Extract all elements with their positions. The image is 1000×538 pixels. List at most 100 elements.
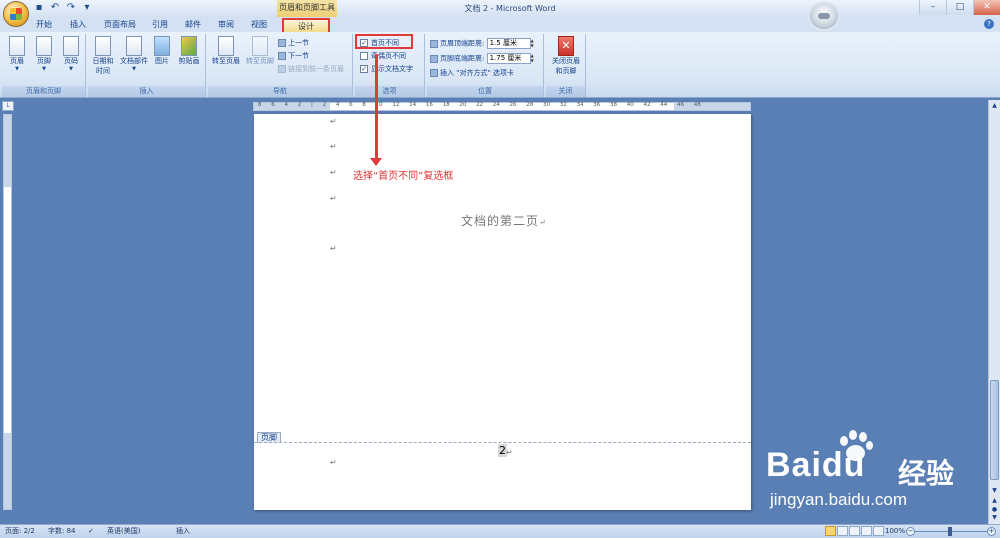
status-language[interactable]: 英语(美国) (107, 526, 140, 537)
header-top-distance: 页眉顶端距离: 1.5 厘米 ▲ ▼ (430, 38, 538, 49)
tab-review[interactable]: 审阅 (214, 18, 238, 32)
title-bar: ▪ ↶ ↷ ▾ 页眉和页脚工具 文档 2 - Microsoft Word – … (0, 0, 1000, 17)
tab-selector[interactable]: L (2, 101, 14, 111)
goto-header-button[interactable]: 转至页眉 (210, 36, 242, 66)
paragraph-mark: ↵ (330, 117, 337, 126)
checkbox-empty-icon (360, 52, 368, 60)
status-page[interactable]: 页面: 2/2 (5, 526, 35, 537)
maximize-button[interactable]: □ (946, 0, 973, 15)
tab-insert[interactable]: 插入 (66, 18, 90, 32)
ruler-bottom-margin (4, 433, 11, 509)
footer-distance-icon (430, 54, 438, 63)
next-section-button[interactable]: 下一节 (278, 51, 309, 62)
tab-references[interactable]: 引用 (148, 18, 172, 32)
next-section-icon (278, 52, 286, 60)
tab-view[interactable]: 视图 (247, 18, 271, 32)
zoom-slider-thumb[interactable] (948, 527, 952, 536)
group-navigation: 转至页眉 转至页脚 上一节 下一节 链接到前一条页眉 导航 (208, 34, 353, 97)
paragraph-mark: ↵ (330, 244, 337, 253)
minimize-button[interactable]: – (919, 0, 946, 15)
date-time-button[interactable]: 日期和 时间 (90, 36, 116, 76)
page-number-button[interactable]: 页码 ▼ (58, 36, 84, 72)
status-bar: 页面: 2/2 字数: 84 ✓ 英语(美国) 插入 100% − + (0, 524, 1000, 538)
paragraph-mark: ↵ (330, 142, 337, 151)
zoom-level[interactable]: 100% (885, 526, 905, 537)
document-page[interactable]: ↵ ↵ ↵ ↵ ↵ 文档的第二页↵ 选择“首页不同”复选框 页脚 2 ↵ ↵ (254, 54, 751, 510)
full-screen-view-icon[interactable] (837, 526, 848, 536)
draft-view-icon[interactable] (873, 526, 884, 536)
footer-bottom-input[interactable]: 1.75 厘米 (486, 53, 531, 64)
group-label: 关闭 (546, 86, 585, 97)
web-layout-view-icon[interactable] (849, 526, 860, 536)
page-number-icon (63, 36, 79, 56)
paragraph-mark: ↵ (539, 218, 547, 227)
view-buttons (825, 526, 884, 536)
tab-design[interactable]: 设计 (282, 18, 330, 32)
clip-art-button[interactable]: 剪贴画 (176, 36, 202, 66)
chevron-down-icon: ▼ (69, 66, 73, 72)
outline-view-icon[interactable] (861, 526, 872, 536)
picture-icon (154, 36, 170, 56)
paragraph-mark: ↵ (506, 448, 513, 457)
paragraph-mark: ↵ (330, 168, 337, 177)
previous-section-icon (278, 39, 286, 47)
ribbon: 页眉 ▼ 页脚 ▼ 页码 ▼ 页眉和页脚 日期和 时间 文档部件 ▼ 图片 剪贴… (0, 32, 1000, 98)
status-insert-mode[interactable]: 插入 (176, 526, 190, 537)
watermark-brand: Baidu (766, 446, 866, 484)
ruler-ticks: 8 6 4 2 | 2 4 6 8 10 12 14 16 18 20 22 2… (258, 102, 701, 108)
group-label: 导航 (208, 86, 352, 97)
quick-parts-button[interactable]: 文档部件 ▼ (118, 36, 150, 72)
previous-section-button[interactable]: 上一节 (278, 38, 309, 49)
watermark-url: jingyan.baidu.com (770, 490, 908, 509)
picture-button[interactable]: 图片 (150, 36, 174, 66)
help-icon[interactable]: ? (984, 19, 994, 29)
callout-arrow-head (370, 158, 382, 166)
tab-page-layout[interactable]: 页面布局 (100, 18, 140, 32)
next-page-icon[interactable]: ▼ (990, 513, 999, 522)
proofing-icon[interactable]: ✓ (88, 526, 94, 537)
vertical-ruler[interactable] (3, 114, 12, 510)
window-title: 文档 2 - Microsoft Word (464, 4, 556, 13)
office-logo-icon (10, 8, 22, 20)
spinner-icon[interactable]: ▲ ▼ (531, 53, 538, 64)
close-header-footer-button[interactable]: ✕ 关闭页眉 和页脚 (549, 36, 583, 76)
scrollbar-thumb[interactable] (990, 380, 999, 480)
group-insert: 日期和 时间 文档部件 ▼ 图片 剪贴画 插入 (88, 34, 206, 97)
scroll-down-icon[interactable]: ▼ (990, 486, 999, 495)
page-body-text[interactable]: 文档的第二页↵ (461, 212, 547, 229)
tab-mailings[interactable]: 邮件 (181, 18, 205, 32)
horizontal-ruler[interactable]: 8 6 4 2 | 2 4 6 8 10 12 14 16 18 20 22 2… (253, 102, 751, 111)
header-button[interactable]: 页眉 ▼ (4, 36, 30, 72)
footer-button[interactable]: 页脚 ▼ (31, 36, 57, 72)
previous-page-icon[interactable]: ▲ (990, 496, 999, 505)
footer-bottom-distance: 页脚底端距离: 1.75 厘米 ▲ ▼ (430, 53, 538, 64)
header-icon (9, 36, 25, 56)
header-top-input[interactable]: 1.5 厘米 (486, 38, 531, 49)
chevron-down-icon: ▼ (15, 66, 19, 72)
callout-text: 选择“首页不同”复选框 (353, 171, 454, 182)
ribbon-tabs: 开始 插入 页面布局 引用 邮件 审阅 视图 设计 ? (0, 17, 1000, 32)
spinner-icon[interactable]: ▲ ▼ (531, 38, 538, 49)
chevron-down-icon: ▼ (42, 66, 46, 72)
alignment-tab-icon (430, 69, 438, 77)
link-to-previous-button[interactable]: 链接到前一条页眉 (278, 64, 344, 75)
print-layout-view-icon[interactable] (825, 526, 836, 536)
watermark-suffix: 经验 (898, 457, 955, 490)
group-header-footer: 页眉 ▼ 页脚 ▼ 页码 ▼ 页眉和页脚 (2, 34, 86, 97)
group-position: 页眉顶端距离: 1.5 厘米 ▲ ▼ 页脚底端距离: 1.75 厘米 ▲ ▼ 插入 "对… (427, 34, 544, 97)
header-distance-icon (430, 39, 438, 48)
show-document-text-checkbox[interactable]: ✓ 显示文档文字 (360, 64, 413, 75)
office-button[interactable] (3, 1, 29, 27)
zoom-in-icon[interactable]: + (987, 527, 996, 536)
scroll-up-icon[interactable]: ▲ (990, 101, 999, 110)
first-page-highlight-box (355, 34, 413, 49)
close-window-button[interactable]: ✕ (973, 0, 1000, 15)
zoom-out-icon[interactable]: − (906, 527, 915, 536)
ruler-top-margin (4, 115, 11, 187)
tab-home[interactable]: 开始 (32, 18, 56, 32)
goto-footer-button[interactable]: 转至页脚 (244, 36, 276, 66)
different-odd-even-checkbox[interactable]: 奇偶页不同 (360, 51, 406, 62)
insert-alignment-tab-button[interactable]: 插入 "对齐方式" 选项卡 (430, 68, 514, 79)
status-word-count[interactable]: 字数: 84 (48, 526, 76, 537)
group-label: 插入 (88, 86, 205, 97)
